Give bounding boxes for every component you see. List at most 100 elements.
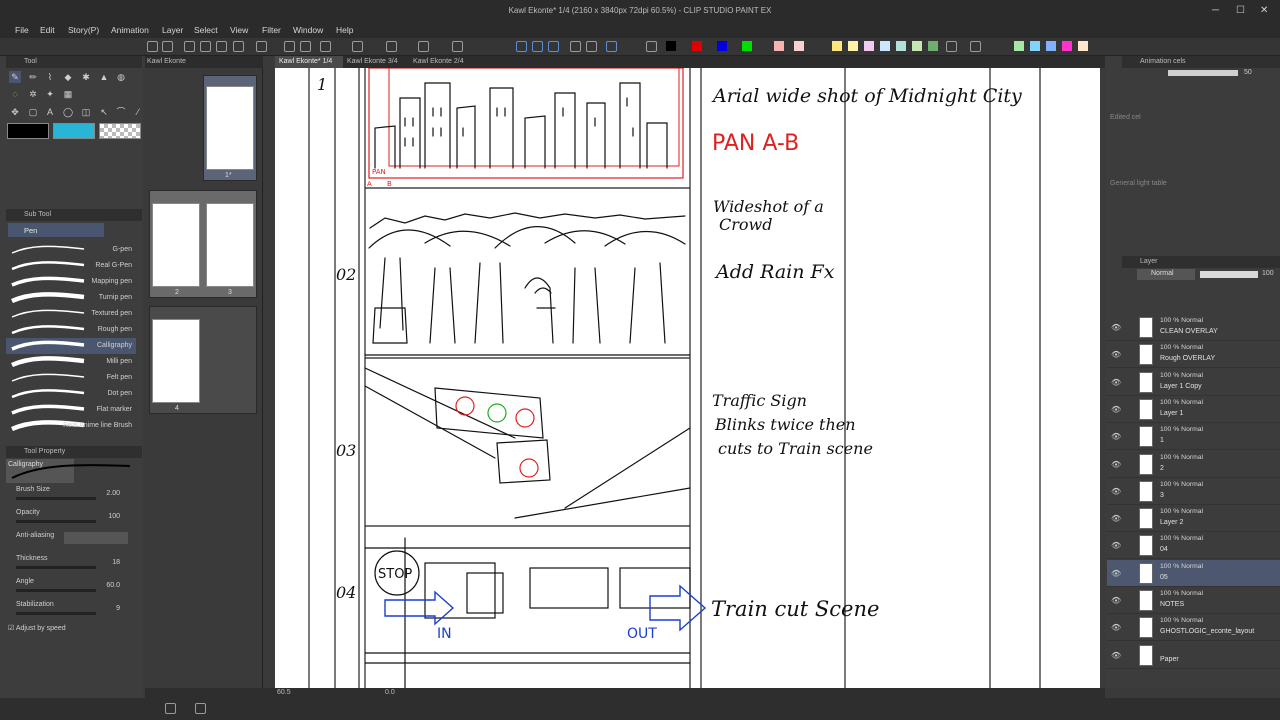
select-icon[interactable] (970, 41, 981, 52)
palette-cornflower[interactable] (1046, 41, 1056, 51)
palette-green[interactable] (742, 41, 752, 51)
visibility-eye-icon[interactable]: 👁 (1111, 350, 1121, 359)
visibility-eye-icon[interactable]: 👁 (1111, 487, 1121, 496)
visibility-eye-icon[interactable]: 👁 (1111, 323, 1121, 332)
transform-icon[interactable] (320, 41, 331, 52)
menu-view[interactable]: View (230, 25, 248, 35)
menu-animation[interactable]: Animation (111, 25, 149, 35)
layer-row[interactable]: 👁 Paper (1107, 642, 1280, 669)
palette-pink[interactable] (774, 41, 784, 51)
close-icon[interactable]: ✕ (1260, 5, 1268, 16)
layer-row[interactable]: 👁 100 % Normal Rough OVERLAY (1107, 341, 1280, 369)
anti-aliasing-selector[interactable] (64, 532, 128, 544)
storyboard-drawing[interactable]: 1 02 03 04 PAN A B STOP IN OUT Arial wid… (275, 68, 1100, 688)
palette-light-yellow[interactable] (848, 41, 858, 51)
gradient-tool-icon[interactable]: ▦ (62, 88, 74, 100)
palette-pale-green[interactable] (1014, 41, 1024, 51)
visibility-eye-icon[interactable]: 👁 (1111, 405, 1121, 414)
rect-select-tool-icon[interactable]: ▢ (27, 106, 39, 118)
visibility-eye-icon[interactable]: 👁 (1111, 432, 1121, 441)
menu-layer[interactable]: Layer (162, 25, 183, 35)
redo-icon[interactable] (300, 41, 311, 52)
crop-icon[interactable] (418, 41, 429, 52)
property-slider[interactable] (16, 497, 96, 500)
main-color-swatch[interactable] (7, 123, 49, 139)
palette-yellow[interactable] (832, 41, 842, 51)
lasso-tool-icon[interactable]: ◌ (9, 88, 21, 100)
layer-row[interactable]: 👁 100 % Normal Layer 1 Copy (1107, 369, 1280, 396)
palette-black[interactable] (666, 41, 676, 51)
property-row[interactable]: Opacity 100 (8, 507, 132, 529)
property-row[interactable]: Stabilization 9 (8, 599, 132, 621)
subtool-group-pen[interactable]: Pen (8, 223, 104, 237)
snap-icon[interactable] (532, 41, 543, 52)
visibility-eye-icon[interactable]: 👁 (1111, 514, 1121, 523)
transparent-color-swatch[interactable] (99, 123, 141, 139)
palette-light-pink[interactable] (794, 41, 804, 51)
sub-color-swatch[interactable] (53, 123, 95, 139)
tool-property-tab[interactable]: Tool Property (6, 446, 142, 458)
flip-icon[interactable] (386, 41, 397, 52)
new-icon[interactable] (147, 41, 158, 52)
visibility-eye-icon[interactable]: 👁 (1111, 623, 1121, 632)
animation-cels-tab[interactable]: Animation cels (1122, 56, 1280, 68)
minimize-icon[interactable]: ─ (1212, 5, 1219, 16)
tab-page-3[interactable]: Kawl Ekonte 3/4 (343, 56, 409, 68)
zoom-icon[interactable] (586, 41, 597, 52)
canvas-area[interactable]: 1 02 03 04 PAN A B STOP IN OUT Arial wid… (275, 68, 1100, 688)
eyedropper-icon[interactable] (646, 41, 657, 52)
adjust-by-speed-option[interactable]: ☑ Adjust by speed (8, 624, 66, 632)
layout-icon[interactable] (165, 703, 176, 714)
property-value[interactable]: 100 (108, 513, 120, 520)
print-icon[interactable] (216, 41, 227, 52)
export-icon[interactable] (200, 41, 211, 52)
layer-row[interactable]: 👁 100 % Normal GHOSTLOGIC_econte_layout (1107, 614, 1280, 642)
subtool-item[interactable]: Textured pen (6, 306, 136, 322)
property-value[interactable]: 18 (112, 559, 120, 566)
palette-blue[interactable] (717, 41, 727, 51)
layer-row[interactable]: 👁 100 % Normal CLEAN OVERLAY (1107, 314, 1280, 341)
layer-row[interactable]: 👁 100 % Normal 3 (1107, 478, 1280, 505)
subtool-item[interactable]: Dot pen (6, 386, 136, 402)
palette-magenta[interactable] (1062, 41, 1072, 51)
tab-page-2[interactable]: Kawl Ekonte 2/4 (409, 56, 475, 68)
subtool-item[interactable]: Calligraphy (6, 338, 136, 354)
palette-light-green[interactable] (912, 41, 922, 51)
visibility-eye-icon[interactable]: 👁 (1111, 651, 1121, 660)
property-slider[interactable] (16, 589, 96, 592)
property-row[interactable]: Anti-aliasing (8, 530, 132, 552)
menu-filter[interactable]: Filter (262, 25, 281, 35)
subtool-item[interactable]: Real G-Pen (6, 258, 136, 274)
layer-row[interactable]: 👁 100 % Normal 04 (1107, 532, 1280, 560)
zoom-fit-icon[interactable] (570, 41, 581, 52)
balloon-tool-icon[interactable]: ◯ (62, 106, 74, 118)
property-row[interactable]: Thickness 18 (8, 553, 132, 575)
palette-light-blue[interactable] (880, 41, 890, 51)
property-value[interactable]: 60.0 (106, 582, 120, 589)
grid-view-icon[interactable] (195, 703, 206, 714)
palette-mint[interactable] (896, 41, 906, 51)
undo-icon[interactable] (284, 41, 295, 52)
property-row[interactable]: Angle 60.0 (8, 576, 132, 598)
palette-green-dark[interactable] (928, 41, 938, 51)
operation-tool-icon[interactable]: ↖ (98, 106, 110, 118)
blend-mode-select[interactable]: Normal (1137, 269, 1195, 280)
eraser-tool-icon[interactable]: ◆ (62, 71, 74, 83)
fill-tool-icon[interactable]: ▲ (98, 71, 110, 83)
pen-tool-icon[interactable]: ✎ (9, 71, 21, 83)
property-slider[interactable] (16, 566, 96, 569)
palette-red[interactable] (692, 41, 702, 51)
storyboard-page[interactable]: 1 02 03 04 PAN A B STOP IN OUT Arial wid… (275, 68, 1100, 688)
cel-opacity-slider[interactable] (1168, 70, 1238, 76)
subtool-item[interactable]: Turnip pen (6, 290, 136, 306)
reference-icon[interactable] (606, 41, 617, 52)
zoom-readout[interactable]: 60.5 (277, 689, 291, 696)
subtool-item[interactable]: Felt pen (6, 370, 136, 386)
move-tool-icon[interactable]: ✥ (9, 106, 21, 118)
subtool-tab[interactable]: Sub Tool (6, 209, 142, 221)
palette-lavender[interactable] (864, 41, 874, 51)
sparkle-tool-icon[interactable]: ✲ (27, 88, 39, 100)
auto-select-tool-icon[interactable]: ✦ (44, 88, 56, 100)
property-value[interactable]: 2.00 (106, 490, 120, 497)
snap-special-icon[interactable] (548, 41, 559, 52)
